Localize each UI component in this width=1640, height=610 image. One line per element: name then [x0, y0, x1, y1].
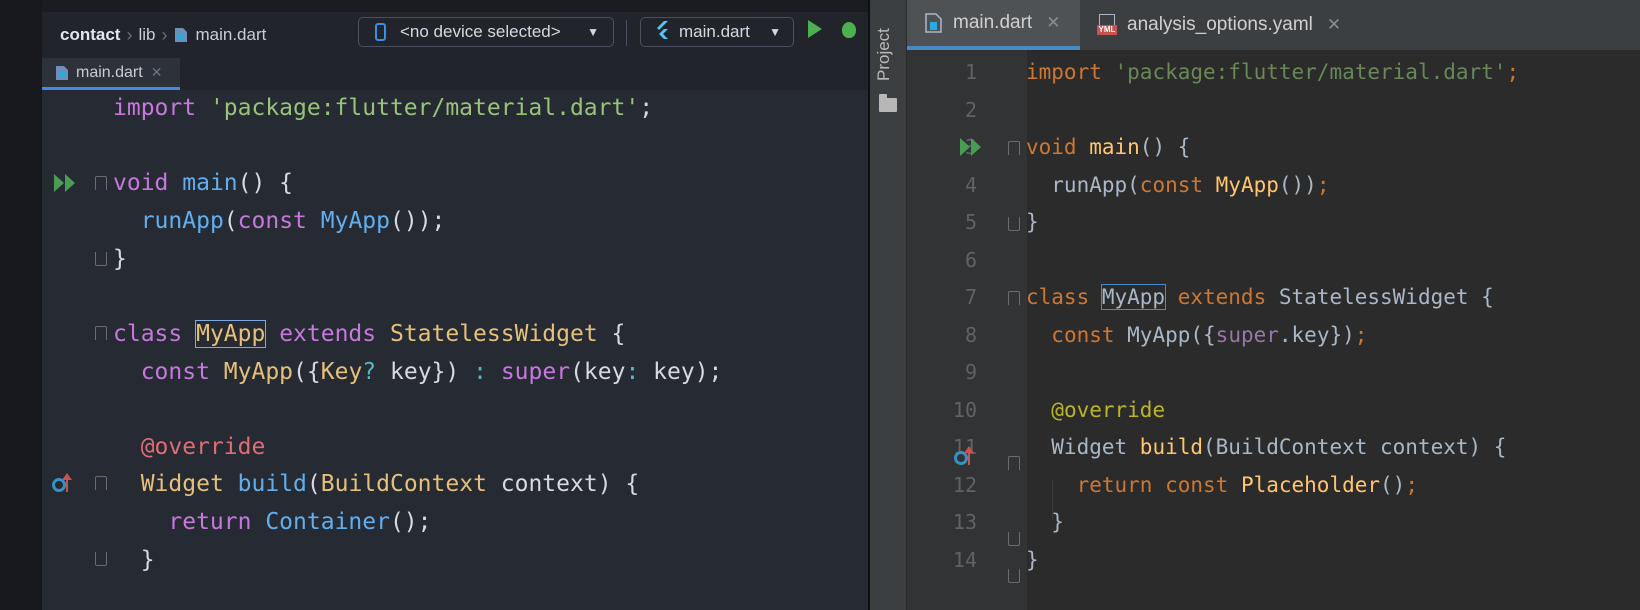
fold-marker[interactable]	[1008, 532, 1020, 546]
device-selector-label: <no device selected>	[400, 22, 561, 41]
close-icon[interactable]: ✕	[1327, 15, 1341, 35]
code-line[interactable]: class MyApp extends StatelessWidget {	[1026, 278, 1494, 316]
close-icon[interactable]: ✕	[151, 64, 163, 81]
code-line[interactable]: }	[113, 541, 155, 579]
fold-marker[interactable]	[95, 326, 107, 340]
code-line[interactable]: void main() {	[1026, 128, 1190, 166]
run-icon[interactable]	[808, 20, 822, 38]
line-number: 1	[964, 60, 977, 84]
fold-marker[interactable]	[1008, 291, 1020, 305]
override-gutter-icon[interactable]	[954, 446, 974, 467]
tab-label: main.dart	[76, 63, 143, 81]
breadcrumb-separator: ›	[126, 24, 133, 45]
code-line[interactable]: @override	[1026, 391, 1165, 429]
tab-label: analysis_options.yaml	[1127, 14, 1313, 35]
code-line[interactable]: }	[113, 240, 127, 278]
line-number: 7	[964, 285, 977, 309]
code-line[interactable]: runApp(const MyApp());	[1026, 166, 1329, 204]
left-editor-window: contact › lib › main.dart <no device sel…	[0, 0, 870, 610]
folder-icon[interactable]	[879, 94, 897, 112]
code-line[interactable]: void main() {	[113, 164, 293, 202]
breadcrumb-file[interactable]: main.dart	[195, 25, 266, 45]
fold-marker[interactable]	[95, 252, 107, 266]
code-line[interactable]: Widget build(BuildContext context) {	[113, 465, 640, 503]
chevron-down-icon: ▼	[587, 25, 599, 39]
tab-main-dart[interactable]: main.dart ✕	[907, 0, 1080, 50]
line-number: 13	[952, 510, 977, 534]
code-line[interactable]: }	[1026, 503, 1064, 541]
chevron-down-icon: ▼	[769, 25, 781, 39]
left-editor-tabbar: main.dart ✕	[42, 58, 870, 90]
dart-file-icon	[173, 26, 189, 44]
line-number: 8	[964, 323, 977, 347]
run-gutter-icon[interactable]	[960, 138, 982, 161]
line-number: 2	[964, 98, 977, 122]
yaml-file-icon: YML	[1097, 14, 1117, 36]
breadcrumb-folder[interactable]: lib	[138, 25, 155, 45]
code-line[interactable]: runApp(const MyApp());	[113, 202, 446, 240]
fold-marker[interactable]	[1008, 141, 1020, 155]
line-number: 4	[964, 173, 977, 197]
tab-analysis-options[interactable]: YML analysis_options.yaml ✕	[1087, 0, 1377, 50]
code-line[interactable]: @override	[113, 428, 266, 466]
device-selector-dropdown[interactable]: <no device selected> ▼	[358, 17, 614, 47]
flutter-icon	[655, 20, 669, 44]
fold-marker[interactable]	[1008, 456, 1020, 470]
run-config-label: main.dart	[679, 22, 750, 41]
close-icon[interactable]: ✕	[1046, 13, 1060, 33]
left-title-strip	[42, 0, 870, 12]
fold-marker[interactable]	[95, 476, 107, 490]
toolbar-divider	[626, 20, 627, 46]
dart-file-icon	[54, 64, 70, 82]
dart-file-icon	[923, 12, 943, 34]
line-number: 10	[952, 398, 977, 422]
line-number: 6	[964, 248, 977, 272]
fold-marker[interactable]	[1008, 569, 1020, 583]
code-line[interactable]: const MyApp({Key? key}) : super(key: key…	[113, 353, 723, 391]
left-gutter	[42, 90, 112, 610]
navigation-toolbar: contact › lib › main.dart <no device sel…	[42, 12, 870, 58]
code-line[interactable]: return Container();	[113, 503, 431, 541]
code-line[interactable]: const MyApp({super.key});	[1026, 316, 1367, 354]
right-editor-tabbar: main.dart ✕ YML analysis_options.yaml ✕	[907, 0, 1640, 50]
code-line[interactable]: }	[1026, 203, 1039, 241]
debug-icon[interactable]	[842, 22, 856, 38]
project-sidebar: Project	[870, 0, 907, 610]
run-config-dropdown[interactable]: main.dart ▼	[640, 17, 794, 47]
code-line[interactable]: import 'package:flutter/material.dart';	[1026, 53, 1519, 91]
line-number: 9	[964, 360, 977, 384]
left-tool-strip	[0, 0, 42, 610]
code-line[interactable]: import 'package:flutter/material.dart';	[113, 89, 653, 127]
fold-marker[interactable]	[95, 552, 107, 566]
code-line[interactable]: }	[1026, 541, 1039, 579]
phone-icon	[375, 23, 386, 41]
line-number: 14	[952, 548, 977, 572]
breadcrumb: contact › lib › main.dart	[60, 24, 266, 46]
breadcrumb-project[interactable]: contact	[60, 25, 120, 45]
tab-label: main.dart	[953, 12, 1033, 33]
code-line[interactable]: class MyApp extends StatelessWidget {	[113, 315, 625, 353]
line-number: 12	[952, 473, 977, 497]
code-line[interactable]: return const Placeholder();	[1026, 466, 1418, 504]
tab-main-dart[interactable]: main.dart ✕	[42, 58, 180, 90]
run-gutter-icon[interactable]	[54, 174, 76, 197]
override-gutter-icon[interactable]	[52, 473, 72, 494]
project-tool-button[interactable]: Project	[874, 20, 902, 90]
fold-marker[interactable]	[95, 176, 107, 190]
fold-marker[interactable]	[1008, 217, 1020, 231]
breadcrumb-separator: ›	[161, 24, 168, 45]
line-number: 5	[964, 210, 977, 234]
code-line[interactable]: Widget build(BuildContext context) {	[1026, 428, 1506, 466]
